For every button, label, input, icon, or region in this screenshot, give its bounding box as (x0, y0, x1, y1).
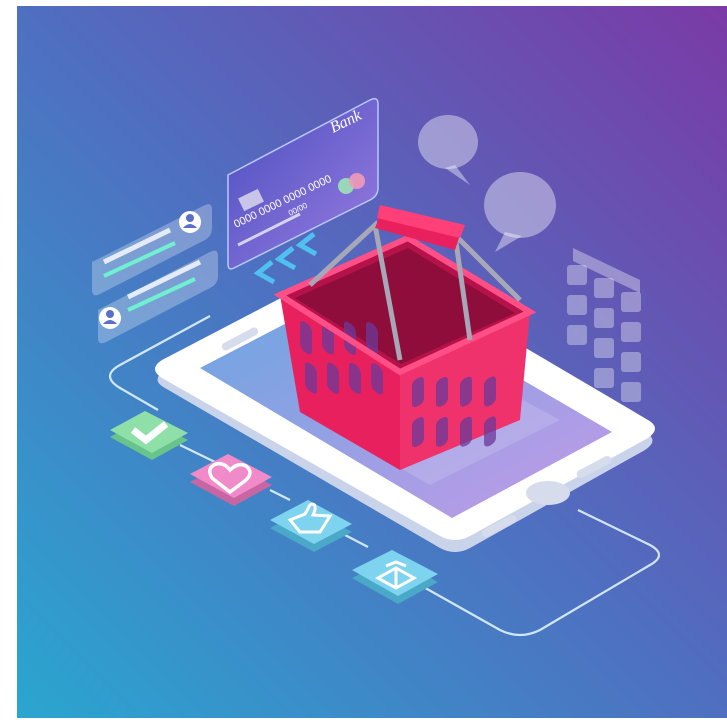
user-icon (179, 211, 201, 233)
home-button (526, 481, 570, 505)
illustration: Bank 0000 0000 0000 0000 00/00 (17, 6, 727, 718)
user-icon (99, 307, 121, 329)
